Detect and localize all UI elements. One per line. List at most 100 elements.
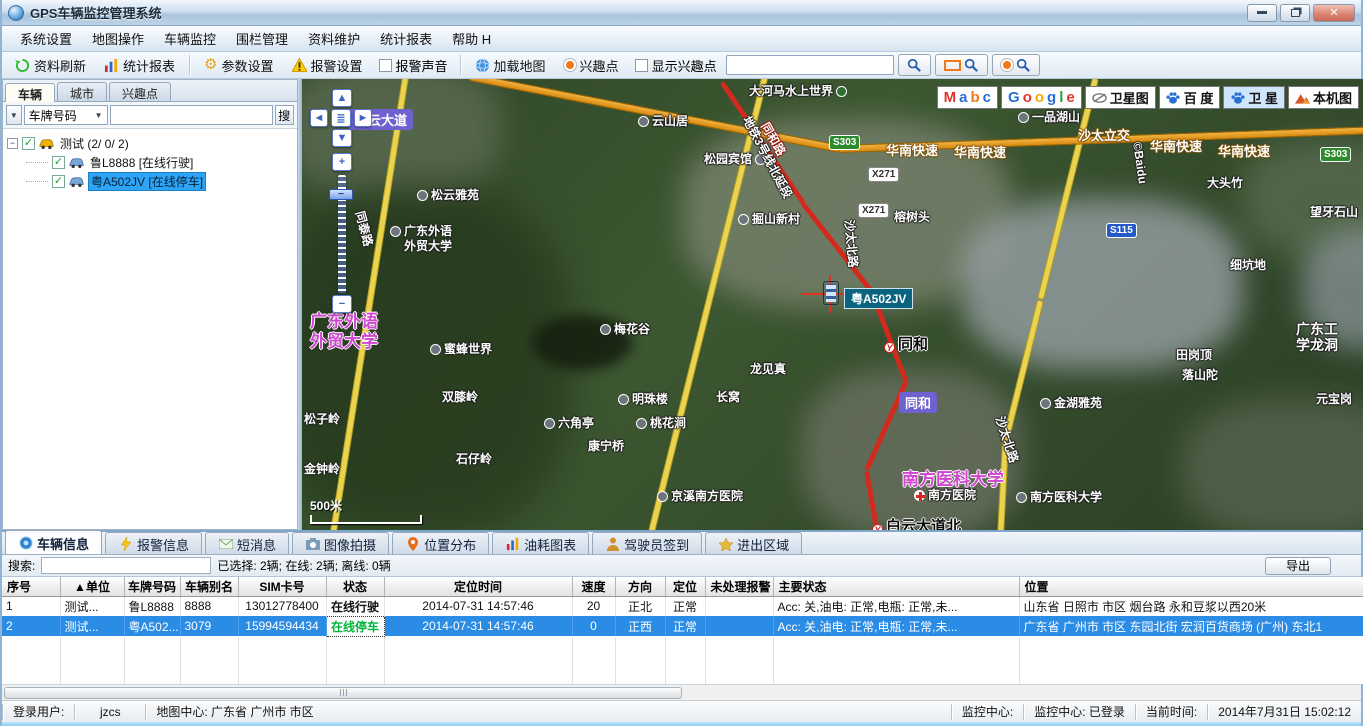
grid-line bbox=[384, 637, 385, 684]
tab-fuel-chart[interactable]: 油耗图表 bbox=[492, 532, 589, 554]
col-alias[interactable]: 车辆别名 bbox=[180, 577, 238, 596]
checkbox-checked-icon[interactable]: ✓ bbox=[52, 175, 65, 188]
pan-up-button[interactable]: ▲ bbox=[332, 89, 352, 107]
pan-left-button[interactable]: ◄ bbox=[310, 109, 328, 127]
pan-center-button[interactable]: ≣ bbox=[331, 109, 351, 127]
menu-vehicle-monitor[interactable]: 车辆监控 bbox=[154, 26, 226, 51]
col-position[interactable]: 位置 bbox=[1019, 577, 1363, 596]
lightning-icon bbox=[118, 537, 133, 552]
area-search-button[interactable] bbox=[935, 54, 988, 76]
sort-asc-icon: ▲ bbox=[74, 580, 86, 594]
params-label: 参数设置 bbox=[221, 56, 273, 75]
vehicle-marker-label[interactable]: 粤A502JV bbox=[844, 288, 913, 309]
col-speed[interactable]: 速度 bbox=[572, 577, 615, 596]
tab-region-inout[interactable]: 进出区域 bbox=[705, 532, 802, 554]
report-button[interactable]: 统计报表 bbox=[97, 54, 182, 77]
export-button[interactable]: 导出 bbox=[1265, 557, 1331, 575]
logo-letter: M bbox=[944, 89, 957, 106]
tab-vehicle-info[interactable]: 车辆信息 bbox=[5, 530, 102, 554]
search-icon bbox=[1016, 58, 1031, 73]
table-row-selected[interactable]: 2 测试... 粤A502... 3079 15994594434 在线停车 2… bbox=[2, 616, 1363, 636]
baidu-satellite-button[interactable]: 卫 星 bbox=[1223, 86, 1285, 109]
checkbox-checked-icon[interactable]: ✓ bbox=[52, 156, 65, 169]
tab-alarm-info[interactable]: 报警信息 bbox=[105, 532, 202, 554]
local-map-button[interactable]: 本机图 bbox=[1288, 86, 1359, 109]
tab-location-distribution[interactable]: 位置分布 bbox=[392, 532, 489, 554]
menu-bar: 系统设置 地图操作 车辆监控 围栏管理 资料维护 统计报表 帮助 H bbox=[2, 26, 1361, 52]
filter-field-value: 车牌号码 bbox=[29, 107, 77, 124]
menu-help[interactable]: 帮助 H bbox=[442, 26, 501, 51]
tab-sms[interactable]: 短消息 bbox=[205, 532, 289, 554]
show-poi-checkbox[interactable]: 显示兴趣点 bbox=[630, 54, 722, 77]
restore-button[interactable] bbox=[1280, 4, 1310, 22]
poi-button[interactable]: 兴趣点 bbox=[557, 54, 626, 77]
search-button[interactable] bbox=[898, 54, 931, 76]
tree-vehicle-row[interactable]: ✓ 鲁L8888 [在线行驶] bbox=[21, 154, 293, 171]
col-loc-time[interactable]: 定位时间 bbox=[384, 577, 572, 596]
col-gps[interactable]: 定位 bbox=[665, 577, 705, 596]
menu-system-settings[interactable]: 系统设置 bbox=[10, 26, 82, 51]
menu-statistics[interactable]: 统计报表 bbox=[370, 26, 442, 51]
col-plate[interactable]: 车牌号码 bbox=[124, 577, 180, 596]
map-label: 大头竹 bbox=[1207, 174, 1243, 191]
tree-group-row[interactable]: − ✓ 测试 (2/ 0/ 2) bbox=[7, 135, 293, 152]
point-search-button[interactable] bbox=[992, 54, 1040, 76]
pan-down-button[interactable]: ▼ bbox=[332, 129, 352, 147]
point-icon bbox=[1001, 59, 1013, 71]
baidu-map-button[interactable]: 百 度 bbox=[1159, 86, 1221, 109]
col-pending-alarm[interactable]: 未处理报警 bbox=[705, 577, 773, 596]
menu-data-maintenance[interactable]: 资料维护 bbox=[298, 26, 370, 51]
alarm-sound-checkbox[interactable]: 报警声音 bbox=[374, 54, 453, 77]
pan-right-button[interactable]: ► bbox=[354, 109, 372, 127]
zoom-slider-handle[interactable]: − bbox=[329, 189, 353, 200]
cell-status: 在线停车 bbox=[326, 616, 384, 636]
col-main-status[interactable]: 主要状态 bbox=[773, 577, 1019, 596]
zoom-out-button[interactable]: − bbox=[332, 295, 352, 313]
col-seq[interactable]: 序号 bbox=[2, 577, 60, 596]
list-search-input[interactable] bbox=[41, 557, 211, 574]
tree-group-label: 测试 (2/ 0/ 2) bbox=[58, 135, 131, 152]
tab-cities[interactable]: 城市 bbox=[57, 82, 107, 101]
map-label: 细坑地 bbox=[1230, 256, 1266, 273]
alarm-settings-button[interactable]: 报警设置 bbox=[285, 54, 370, 77]
metro-icon: Y bbox=[884, 342, 895, 353]
map-label: 外贸大学 bbox=[310, 327, 378, 352]
filter-dropdown-button[interactable]: ▼ bbox=[6, 105, 22, 125]
scrollbar-thumb[interactable] bbox=[4, 687, 682, 699]
grid-line bbox=[326, 637, 327, 684]
tab-poi[interactable]: 兴趣点 bbox=[109, 82, 171, 101]
tab-driver-checkin[interactable]: 驾驶员签到 bbox=[592, 532, 702, 554]
menu-map-operations[interactable]: 地图操作 bbox=[82, 26, 154, 51]
params-button[interactable]: ⚙ 参数设置 bbox=[197, 54, 280, 77]
col-sim[interactable]: SIM卡号 bbox=[238, 577, 326, 596]
filter-field-select[interactable]: 车牌号码 ▼ bbox=[24, 105, 108, 125]
mapabc-button[interactable]: Mabc bbox=[937, 86, 998, 109]
minimize-button[interactable] bbox=[1247, 4, 1277, 22]
map-canvas[interactable]: 白云大道 云山居 大河马水上世界 一品湖山 沙太立交 华南快速 华南快速 华南快… bbox=[302, 79, 1363, 530]
checkbox-checked-icon[interactable]: ✓ bbox=[22, 137, 35, 150]
close-button[interactable]: ✕ bbox=[1313, 4, 1355, 22]
col-status[interactable]: 状态 bbox=[326, 577, 384, 596]
tab-vehicles[interactable]: 车辆 bbox=[5, 83, 55, 102]
tab-image-capture[interactable]: 图像拍摄 bbox=[292, 532, 389, 554]
menu-fence-manage[interactable]: 围栏管理 bbox=[226, 26, 298, 51]
tree-vehicle-row-selected[interactable]: ✓ 粤A502JV [在线停车] bbox=[21, 173, 293, 190]
refresh-button[interactable]: 资料刷新 bbox=[8, 54, 93, 77]
horizontal-scrollbar[interactable] bbox=[2, 684, 1361, 700]
rectangle-icon bbox=[944, 60, 961, 71]
zoom-in-button[interactable]: + bbox=[332, 153, 352, 171]
col-direction[interactable]: 方向 bbox=[615, 577, 665, 596]
poi-icon bbox=[636, 418, 647, 429]
toolbar-search-input[interactable] bbox=[726, 55, 894, 75]
col-unit[interactable]: ▲单位 bbox=[60, 577, 124, 596]
vehicle-search-input[interactable] bbox=[110, 105, 273, 125]
grid-line bbox=[665, 637, 666, 684]
vehicle-marker-icon[interactable] bbox=[823, 281, 839, 305]
google-map-button[interactable]: Google bbox=[1001, 86, 1082, 109]
table-row[interactable]: 1 测试... 鲁L8888 8888 13012778400 在线行驶 201… bbox=[2, 596, 1363, 616]
collapse-icon[interactable]: − bbox=[7, 138, 18, 149]
satellite-map-button[interactable]: 卫星图 bbox=[1085, 86, 1156, 109]
vehicle-search-button[interactable]: 搜 bbox=[275, 105, 295, 125]
load-map-button[interactable]: 加载地图 bbox=[468, 54, 553, 77]
tab-label: 油耗图表 bbox=[524, 535, 576, 554]
